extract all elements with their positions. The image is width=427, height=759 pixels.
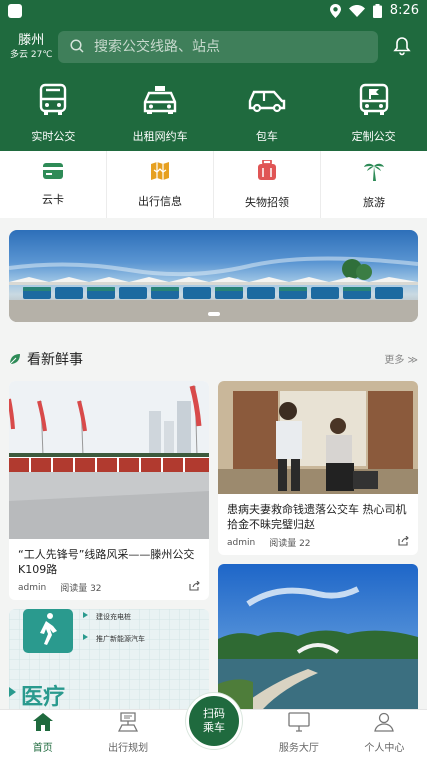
service-label: 失物招领 — [245, 195, 289, 209]
home-icon — [32, 712, 54, 736]
nav-label: 服务大厅 — [278, 743, 319, 754]
taxi-icon — [142, 82, 178, 118]
status-right: 8:26 — [329, 3, 419, 18]
more-link[interactable]: 更多 ≫ — [384, 351, 418, 366]
promo-banner[interactable] — [9, 230, 418, 322]
service-travel-info[interactable]: 出行信息 — [107, 151, 214, 218]
news-title: 患病夫妻救命钱遗落公交车 热心司机拾金不昧完璧归赵 — [227, 503, 407, 531]
top-header: 8:26 滕州 多云 27℃ 实时公交 出租网约车 — [0, 0, 427, 151]
status-bar: 8:26 — [0, 0, 427, 24]
nav-label: 个人中心 — [364, 743, 405, 754]
service-label: 云卡 — [42, 192, 64, 206]
city-weather: 多云 27℃ — [10, 50, 53, 60]
service-label: 定制公交 — [351, 130, 396, 143]
service-label: 出行信息 — [138, 194, 182, 208]
news-author: admin — [227, 537, 256, 548]
scan-label-line1: 扫码 — [203, 707, 225, 720]
bell-icon[interactable] — [393, 36, 411, 60]
nav-label: 首页 — [32, 743, 53, 754]
palm-tree-icon — [363, 160, 385, 186]
news-image — [218, 564, 418, 709]
promo-heading: 医疗 — [21, 685, 66, 709]
main-services: 实时公交 出租网约车 包车 定制公交 — [0, 82, 427, 144]
scan-label-line2: 乘车 — [203, 721, 225, 734]
search-bar[interactable] — [58, 31, 378, 63]
search-input[interactable] — [94, 39, 354, 55]
map-icon — [150, 161, 170, 185]
news-card[interactable] — [218, 564, 418, 709]
nav-home[interactable]: 首页 — [0, 710, 85, 759]
battery-icon — [372, 3, 382, 18]
section-title: 看新鲜事 — [27, 352, 83, 368]
news-title: “工人先锋号”线路风采——滕州公交K109路 — [18, 548, 195, 576]
wifi-icon — [348, 4, 365, 17]
bus-depot-illustration — [9, 256, 418, 322]
leaf-icon — [9, 350, 21, 369]
service-realtime-bus[interactable]: 实时公交 — [0, 82, 107, 144]
car-icon — [247, 82, 287, 118]
header-bar: 滕州 多云 27℃ — [0, 30, 427, 66]
share-icon[interactable] — [398, 535, 409, 549]
user-icon — [373, 712, 395, 736]
news-author: admin — [18, 582, 47, 593]
nav-profile[interactable]: 个人中心 — [342, 710, 427, 759]
sub-services: 云卡 出行信息 失物招领 旅游 — [0, 151, 427, 218]
service-label: 实时公交 — [31, 130, 76, 143]
route-icon — [117, 712, 139, 736]
monitor-icon — [288, 712, 310, 736]
news-meta: admin 阅读量 22 — [218, 535, 418, 549]
share-icon[interactable] — [189, 580, 200, 594]
luggage-icon — [257, 158, 277, 186]
nav-route-planning[interactable]: 出行规划 — [85, 710, 170, 759]
scan-to-ride-button[interactable]: 扫码 乘车 — [186, 693, 242, 749]
banner-indicator — [208, 312, 220, 316]
card-icon — [43, 162, 63, 183]
service-label: 旅游 — [363, 195, 385, 209]
news-card[interactable]: “工人先锋号”线路风采——滕州公交K109路 admin 阅读量 32 — [9, 381, 209, 600]
news-reads: 阅读量 32 — [60, 584, 102, 594]
nav-service-hall[interactable]: 服务大厅 — [256, 710, 341, 759]
news-reads: 阅读量 22 — [269, 539, 311, 549]
promo-item: 建设充电桩 — [96, 613, 131, 621]
news-card[interactable]: 患病夫妻救命钱遗落公交车 热心司机拾金不昧完璧归赵 admin 阅读量 22 — [218, 381, 418, 555]
bottom-nav: 首页 出行规划 服务大厅 个人中心 扫码 乘车 — [0, 693, 427, 759]
service-taxi[interactable]: 出租网约车 — [107, 82, 214, 144]
custom-bus-icon — [358, 82, 390, 118]
bus-icon — [36, 82, 70, 118]
service-label: 包车 — [255, 130, 278, 143]
nav-label: 出行规划 — [108, 743, 149, 754]
service-charter[interactable]: 包车 — [214, 82, 321, 144]
location-icon — [329, 3, 341, 18]
city-name: 滕州 — [18, 33, 45, 48]
status-time: 8:26 — [389, 3, 419, 18]
service-lost-found[interactable]: 失物招领 — [214, 151, 321, 218]
service-label: 出租网约车 — [132, 130, 188, 143]
app-notification-icon — [8, 4, 22, 18]
news-meta: admin 阅读量 32 — [9, 580, 209, 594]
news-section-header: 看新鲜事 更多 ≫ — [9, 347, 418, 371]
service-custom-bus[interactable]: 定制公交 — [320, 82, 427, 144]
promo-card[interactable]: 建设充电桩 推广新能源汽车 医疗 — [9, 609, 209, 709]
search-icon — [70, 38, 84, 57]
promo-item: 推广新能源汽车 — [96, 635, 145, 643]
city-selector[interactable]: 滕州 多云 27℃ — [10, 33, 52, 61]
service-cloud-card[interactable]: 云卡 — [0, 151, 107, 218]
service-tourism[interactable]: 旅游 — [321, 151, 427, 218]
news-image — [9, 381, 209, 539]
news-image — [218, 381, 418, 494]
